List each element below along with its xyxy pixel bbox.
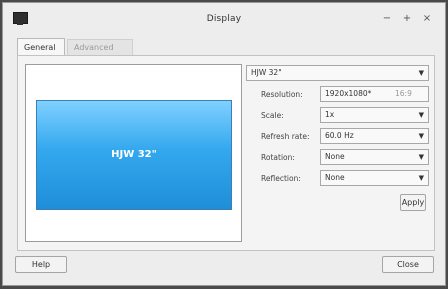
close-button[interactable]: Close [382,256,434,273]
titlebar: Display − + × [3,3,445,34]
general-panel: HJW 32" HJW 32" ▼ Resolution: 1920x1080*… [17,55,435,251]
chevron-down-icon: ▼ [418,132,424,140]
rotation-select[interactable]: None ▼ [320,149,429,165]
monitor-preview: HJW 32" [25,64,242,242]
chevron-down-icon: ▼ [418,69,424,77]
minimize-button[interactable]: − [381,13,393,25]
scale-value: 1x [325,110,335,119]
resolution-value: 1920x1080* [325,89,372,98]
apply-button[interactable]: Apply [400,194,426,211]
help-button[interactable]: Help [15,256,67,273]
close-window-button[interactable]: × [421,13,433,25]
reflection-label: Reflection: [261,174,301,183]
scale-label: Scale: [261,111,284,120]
maximize-button[interactable]: + [401,13,413,25]
monitor-select-value: HJW 32" [251,68,282,77]
chevron-down-icon: ▼ [418,153,424,161]
display-window: Display − + × General Advanced HJW 32" H… [2,2,446,286]
refresh-rate-value: 60.0 Hz [325,131,354,140]
reflection-select[interactable]: None ▼ [320,170,429,186]
chevron-down-icon: ▼ [418,174,424,182]
resolution-label: Resolution: [261,90,303,99]
refresh-rate-select[interactable]: 60.0 Hz ▼ [320,128,429,144]
rotation-label: Rotation: [261,153,295,162]
chevron-down-icon: ▼ [418,111,424,119]
tab-general[interactable]: General [17,38,65,56]
window-title: Display [206,14,242,24]
rotation-value: None [325,152,345,161]
resolution-aspect: 16:9 [395,89,412,98]
reflection-value: None [325,173,345,182]
monitor-select[interactable]: HJW 32" ▼ [246,65,429,81]
monitor-screen[interactable]: HJW 32" [36,100,232,210]
tab-advanced[interactable]: Advanced [67,39,133,56]
monitor-label: HJW 32" [111,149,157,160]
scale-select[interactable]: 1x ▼ [320,107,429,123]
refresh-rate-label: Refresh rate: [261,132,310,141]
resolution-select[interactable]: 1920x1080* 16:9 [320,86,429,102]
